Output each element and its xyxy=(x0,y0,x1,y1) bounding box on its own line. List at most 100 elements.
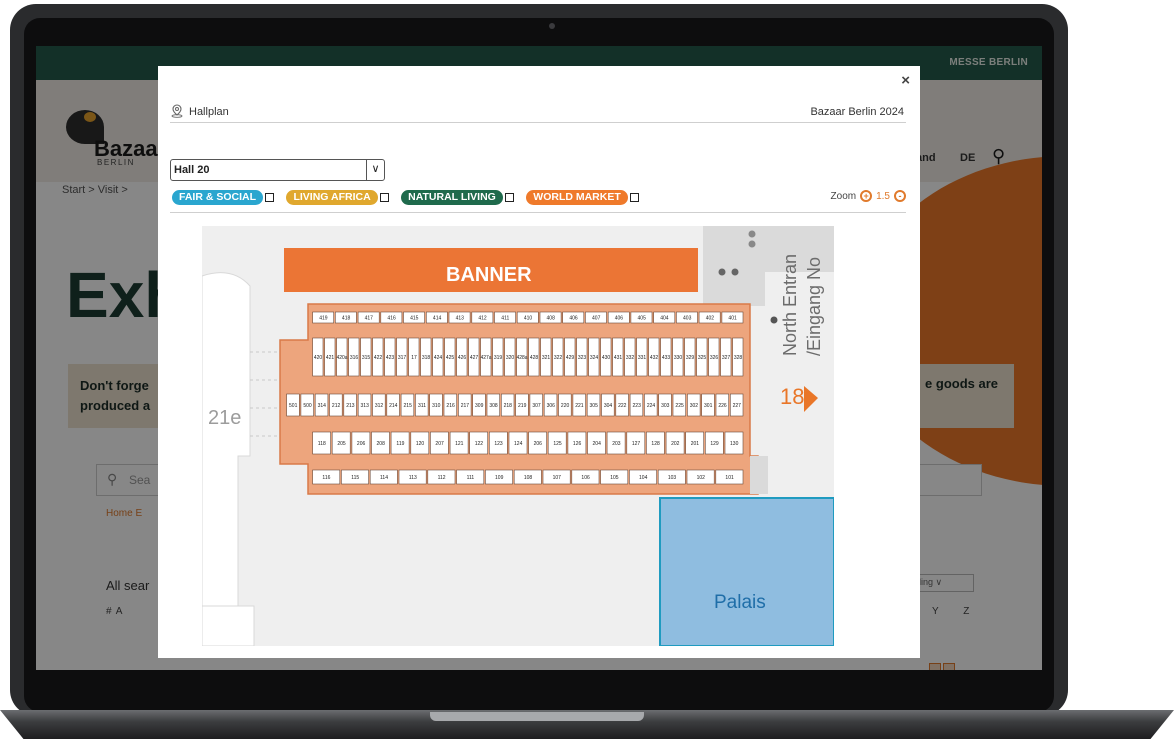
toilet-icon xyxy=(718,268,726,276)
category-checkbox[interactable] xyxy=(379,193,389,202)
booth-number: 427a xyxy=(480,355,491,361)
booth-number: 129 xyxy=(710,441,719,447)
booth-number: 108 xyxy=(524,475,533,481)
booth-number: 423 xyxy=(386,355,395,361)
zoom-value: 1.5 xyxy=(876,190,890,202)
category-natural-living[interactable]: NATURAL LIVING xyxy=(401,190,514,205)
info-icon xyxy=(770,316,778,324)
booth-number: 222 xyxy=(618,403,627,409)
connectors xyxy=(250,351,282,437)
booth-number: 218 xyxy=(504,403,513,409)
booth-number: 113 xyxy=(409,475,417,481)
booth-number: 226 xyxy=(718,403,727,409)
booth-number: 204 xyxy=(593,441,602,447)
arrow-right-icon xyxy=(804,386,818,412)
booth-number: 301 xyxy=(704,403,713,409)
booth-number: 309 xyxy=(475,403,484,409)
booth-number: 220 xyxy=(561,403,570,409)
toilet-icon xyxy=(748,240,756,248)
zoom-out-icon[interactable]: - xyxy=(894,190,906,202)
booth-number: 213 xyxy=(346,403,355,409)
booth-number: 415 xyxy=(410,316,419,322)
booth-number: 420a xyxy=(336,355,347,361)
close-icon[interactable]: × xyxy=(901,72,910,89)
booth-number: 303 xyxy=(661,403,670,409)
booth-number: 407 xyxy=(592,316,601,322)
booth-number: 116 xyxy=(322,475,330,481)
booth-number: 215 xyxy=(404,403,413,409)
booth-number: 431 xyxy=(614,355,623,361)
booth-number: 322 xyxy=(554,355,563,361)
booth-number: 128 xyxy=(651,441,660,447)
booth-number: 326 xyxy=(710,355,719,361)
booth-number: 224 xyxy=(647,403,656,409)
booth-number: 115 xyxy=(351,475,359,481)
booth-number: 430 xyxy=(602,355,611,361)
booth-number: 121 xyxy=(455,441,464,447)
booth-number: 118 xyxy=(318,441,326,447)
booth-number: 433 xyxy=(662,355,671,361)
divider xyxy=(170,122,906,123)
palais-building xyxy=(659,497,834,646)
booth-number: 426 xyxy=(458,355,467,361)
booth-number: 313 xyxy=(361,403,370,409)
hall-21e-label: 21e xyxy=(208,407,241,429)
booth-number: 214 xyxy=(389,403,398,409)
hall-plan-svg[interactable]: 21e North Entran /Eingang No BANNER 18 P… xyxy=(202,226,834,646)
booth-number: 328 xyxy=(734,355,743,361)
category-living-africa[interactable]: LIVING AFRICA xyxy=(286,190,389,205)
camera xyxy=(549,23,555,29)
booth-number: 125 xyxy=(553,441,562,447)
category-checkbox[interactable] xyxy=(265,193,275,202)
booth-number: 428 xyxy=(530,355,539,361)
booth-number: 501 xyxy=(289,403,298,409)
booth-number: 17 xyxy=(411,355,417,361)
booth-number: 327 xyxy=(722,355,731,361)
booth-number: 311 xyxy=(418,403,426,409)
booth-number: 304 xyxy=(604,403,613,409)
service-area-2 xyxy=(703,226,765,306)
booth-number: 101 xyxy=(725,475,734,481)
booth-number: 421 xyxy=(326,355,335,361)
zoom-in-icon[interactable]: + xyxy=(860,190,873,202)
booth-number: 406 xyxy=(615,316,624,322)
booth-number: 308 xyxy=(489,403,498,409)
booth-number: 127 xyxy=(632,441,641,447)
booth-number: 332 xyxy=(626,355,635,361)
booth-number: 221 xyxy=(575,403,584,409)
booth-number: 317 xyxy=(398,355,407,361)
hall-select[interactable]: Hall 20 ∨ xyxy=(170,159,385,181)
booth-number: 120 xyxy=(416,441,425,447)
booth-number: 103 xyxy=(668,475,677,481)
booth-number: 203 xyxy=(612,441,621,447)
booth-number: 323 xyxy=(578,355,587,361)
category-checkbox[interactable] xyxy=(629,193,639,202)
booth-number: 202 xyxy=(671,441,680,447)
modal-title: Hallplan xyxy=(189,106,229,118)
booth-number: 427 xyxy=(470,355,479,361)
booth-number: 418 xyxy=(342,316,351,322)
hall-21e-shape xyxy=(202,272,251,607)
booth-number: 406 xyxy=(569,316,578,322)
category-world-market[interactable]: WORLD MARKET xyxy=(526,190,639,205)
category-fair-social[interactable]: FAIR & SOCIAL xyxy=(172,190,275,205)
palais-label: Palais xyxy=(714,592,766,613)
booth-number: 126 xyxy=(573,441,582,447)
booth-number: 302 xyxy=(690,403,699,409)
booth-number: 111 xyxy=(467,475,475,481)
category-checkbox[interactable] xyxy=(504,193,514,202)
booth-number: 414 xyxy=(433,316,442,322)
booth-number: 422 xyxy=(374,355,383,361)
booth-number: 321 xyxy=(542,355,551,361)
booth-number: 216 xyxy=(446,403,455,409)
hall-plan[interactable]: 21e North Entran /Eingang No BANNER 18 P… xyxy=(202,226,834,646)
booth-number: 428a xyxy=(516,355,527,361)
booth-number: 223 xyxy=(633,403,642,409)
hallplan-modal: × Hallplan Bazaar Berlin 2024 Hall 20 ∨ … xyxy=(158,66,920,658)
booth-number: 404 xyxy=(660,316,669,322)
booth-number: 429 xyxy=(566,355,575,361)
location-pin-icon xyxy=(171,104,183,118)
service-strip xyxy=(750,456,768,494)
booth-number: 217 xyxy=(461,403,470,409)
booth-number: 208 xyxy=(377,441,386,447)
